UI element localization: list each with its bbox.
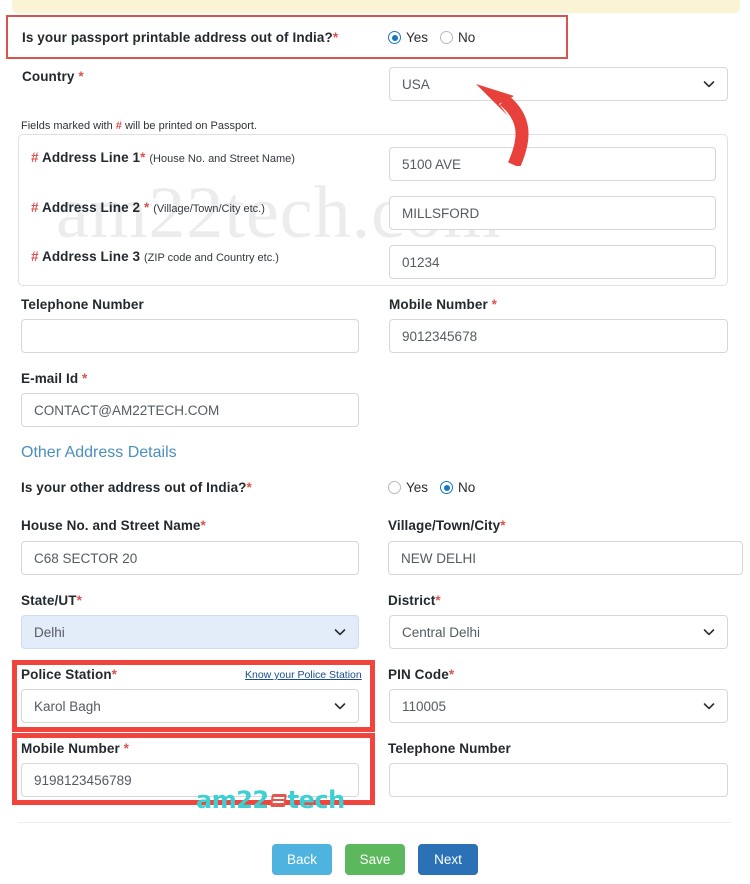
- footer-button-bar: Back Save Next: [0, 844, 750, 875]
- radio-yes-other-address-label: Yes: [406, 480, 429, 495]
- village-city-input[interactable]: NEW DELHI: [388, 541, 743, 575]
- passport-mobile-value: 9012345678: [402, 328, 478, 344]
- address-line-3-value: 01234: [402, 254, 440, 270]
- pin-code-label: PIN Code*: [388, 667, 455, 682]
- required-asterisk: *: [435, 593, 441, 608]
- highlight-box-passport-address-question: [6, 15, 568, 59]
- required-asterisk: *: [246, 480, 252, 495]
- address-line-2-label: # Address Line 2 * (Village/Town/City et…: [31, 200, 265, 215]
- country-label: Country *: [22, 69, 84, 84]
- radio-yes-other-address[interactable]: [388, 481, 401, 494]
- hash-symbol: #: [31, 150, 39, 165]
- state-select[interactable]: Delhi: [21, 615, 359, 649]
- country-select-value: USA: [402, 76, 430, 92]
- district-select-value: Central Delhi: [402, 624, 481, 640]
- radio-no-other-address[interactable]: [440, 481, 454, 494]
- logo-text-left: am22: [196, 786, 269, 814]
- email-value: CONTACT@AM22TECH.COM: [34, 402, 220, 418]
- pin-code-select[interactable]: 110005: [389, 689, 728, 723]
- radio-no-other-address-label: No: [458, 480, 476, 495]
- other-address-question-label: Is your other address out of India?*: [21, 480, 252, 495]
- pin-code-select-value: 110005: [402, 698, 447, 714]
- house-street-label: House No. and Street Name*: [21, 518, 206, 533]
- hash-symbol: #: [31, 200, 39, 215]
- address-line-1-hint: (House No. and Street Name): [149, 153, 295, 165]
- top-notice-banner: [12, 0, 740, 13]
- address-line-3-input[interactable]: 01234: [389, 245, 716, 279]
- address-line-3-hint: (ZIP code and Country etc.): [144, 252, 279, 264]
- hash-symbol: #: [31, 249, 39, 264]
- chevron-down-icon: [703, 78, 715, 90]
- district-label: District*: [388, 593, 441, 608]
- passport-mobile-label: Mobile Number *: [389, 297, 498, 312]
- required-asterisk: *: [140, 150, 146, 165]
- passport-print-note: Fields marked with # will be printed on …: [21, 120, 258, 132]
- address-line-2-input[interactable]: MILLSFORD: [389, 196, 716, 230]
- email-input[interactable]: CONTACT@AM22TECH.COM: [21, 393, 359, 427]
- hash-symbol: #: [115, 120, 122, 132]
- address-line-1-label: # Address Line 1* (House No. and Street …: [31, 150, 295, 165]
- chevron-down-icon: [703, 700, 715, 712]
- required-asterisk: *: [144, 200, 150, 215]
- passport-telephone-label: Telephone Number: [21, 297, 144, 312]
- required-asterisk: *: [200, 518, 206, 533]
- other-telephone-input[interactable]: [389, 763, 728, 797]
- address-line-1-input[interactable]: 5100 AVE: [389, 147, 716, 181]
- footer-divider: [18, 822, 732, 823]
- logo-text-right: tech: [287, 786, 346, 814]
- required-asterisk: *: [500, 518, 506, 533]
- house-street-value: C68 SECTOR 20: [34, 550, 138, 566]
- other-address-heading: Other Address Details: [21, 444, 177, 461]
- other-address-radio-group[interactable]: Yes No: [388, 480, 475, 495]
- next-button[interactable]: Next: [418, 844, 478, 875]
- email-label: E-mail Id *: [21, 371, 88, 386]
- passport-mobile-input[interactable]: 9012345678: [389, 319, 728, 353]
- village-city-value: NEW DELHI: [401, 550, 477, 566]
- book-icon: [269, 793, 287, 807]
- chevron-down-icon: [334, 626, 346, 638]
- village-city-label: Village/Town/City*: [388, 518, 506, 533]
- other-telephone-label: Telephone Number: [388, 741, 511, 756]
- required-asterisk: *: [78, 69, 84, 84]
- address-line-2-value: MILLSFORD: [402, 205, 480, 221]
- state-label: State/UT*: [21, 593, 82, 608]
- address-line-2-hint: (Village/Town/City etc.): [153, 203, 265, 215]
- required-asterisk: *: [448, 667, 455, 682]
- address-line-3-label: # Address Line 3 (ZIP code and Country e…: [31, 249, 279, 264]
- required-asterisk: *: [82, 371, 88, 386]
- country-select[interactable]: USA: [389, 67, 728, 101]
- passport-telephone-input[interactable]: [21, 319, 359, 353]
- district-select[interactable]: Central Delhi: [389, 615, 728, 649]
- chevron-down-icon: [703, 626, 715, 638]
- required-asterisk: *: [491, 297, 498, 312]
- am22tech-logo: am22 tech: [196, 786, 345, 814]
- required-asterisk: *: [76, 593, 82, 608]
- back-button[interactable]: Back: [272, 844, 332, 875]
- state-select-value: Delhi: [34, 624, 65, 640]
- address-line-1-value: 5100 AVE: [402, 156, 462, 172]
- highlight-box-police-station: [12, 660, 375, 732]
- save-button[interactable]: Save: [345, 844, 405, 875]
- house-street-input[interactable]: C68 SECTOR 20: [21, 541, 359, 575]
